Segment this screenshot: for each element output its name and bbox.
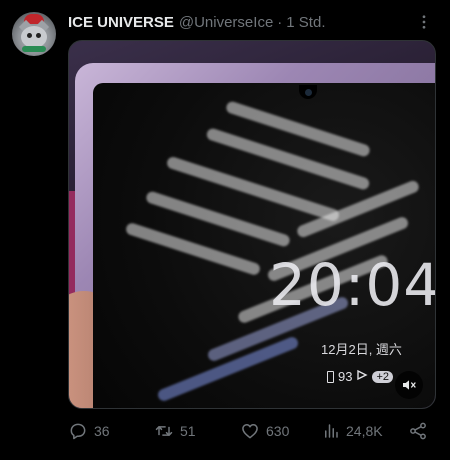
reply-icon	[68, 421, 88, 441]
battery-icon	[327, 370, 334, 383]
avatar-eye-right	[36, 33, 41, 38]
separator-dot: ·	[277, 13, 283, 31]
avatar-eye-left	[27, 33, 32, 38]
author-name[interactable]: ICE UNIVERSE	[68, 14, 174, 31]
avatar-face	[21, 26, 47, 48]
avatar-scarf	[22, 46, 46, 52]
lockscreen-clock: 20:04	[269, 251, 436, 319]
reply-button[interactable]: 36	[68, 421, 110, 441]
retweet-count: 51	[180, 423, 196, 439]
author-handle[interactable]: @UniverseIce	[179, 14, 273, 31]
battery-level: 93	[338, 369, 353, 384]
front-camera	[305, 89, 312, 96]
notification-badge: +2	[372, 370, 394, 383]
view-count: 24,8K	[346, 423, 383, 439]
lockscreen-date: 12月2日, 週六	[321, 342, 402, 357]
tweet-header: ICE UNIVERSE @UniverseIce · 1 Std.	[68, 12, 326, 32]
notification-icon	[356, 369, 369, 384]
more-options-icon[interactable]	[412, 10, 436, 34]
retweet-icon	[154, 421, 174, 441]
like-button[interactable]: 630	[240, 421, 289, 441]
heart-icon	[240, 421, 260, 441]
timestamp[interactable]: 1 Std.	[286, 14, 325, 31]
tweet-media-video[interactable]: 20:04 12月2日, 週六 93 +2	[68, 40, 436, 409]
speaker-muted-icon[interactable]	[395, 371, 423, 399]
share-button[interactable]	[408, 421, 428, 441]
share-icon	[408, 421, 428, 441]
views-chart-icon	[322, 422, 340, 440]
views-button[interactable]: 24,8K	[322, 422, 383, 440]
like-count: 630	[266, 423, 290, 439]
reply-count: 36	[94, 423, 110, 439]
avatar[interactable]	[12, 12, 56, 56]
tweet-actions: 36 51 630 24,8K	[68, 420, 438, 442]
tweet[interactable]: ICE UNIVERSE @UniverseIce · 1 Std. 20:04…	[0, 0, 450, 460]
lockscreen-status: 93 +2	[327, 369, 394, 384]
phone-screen	[93, 83, 435, 408]
retweet-button[interactable]: 51	[154, 421, 196, 441]
